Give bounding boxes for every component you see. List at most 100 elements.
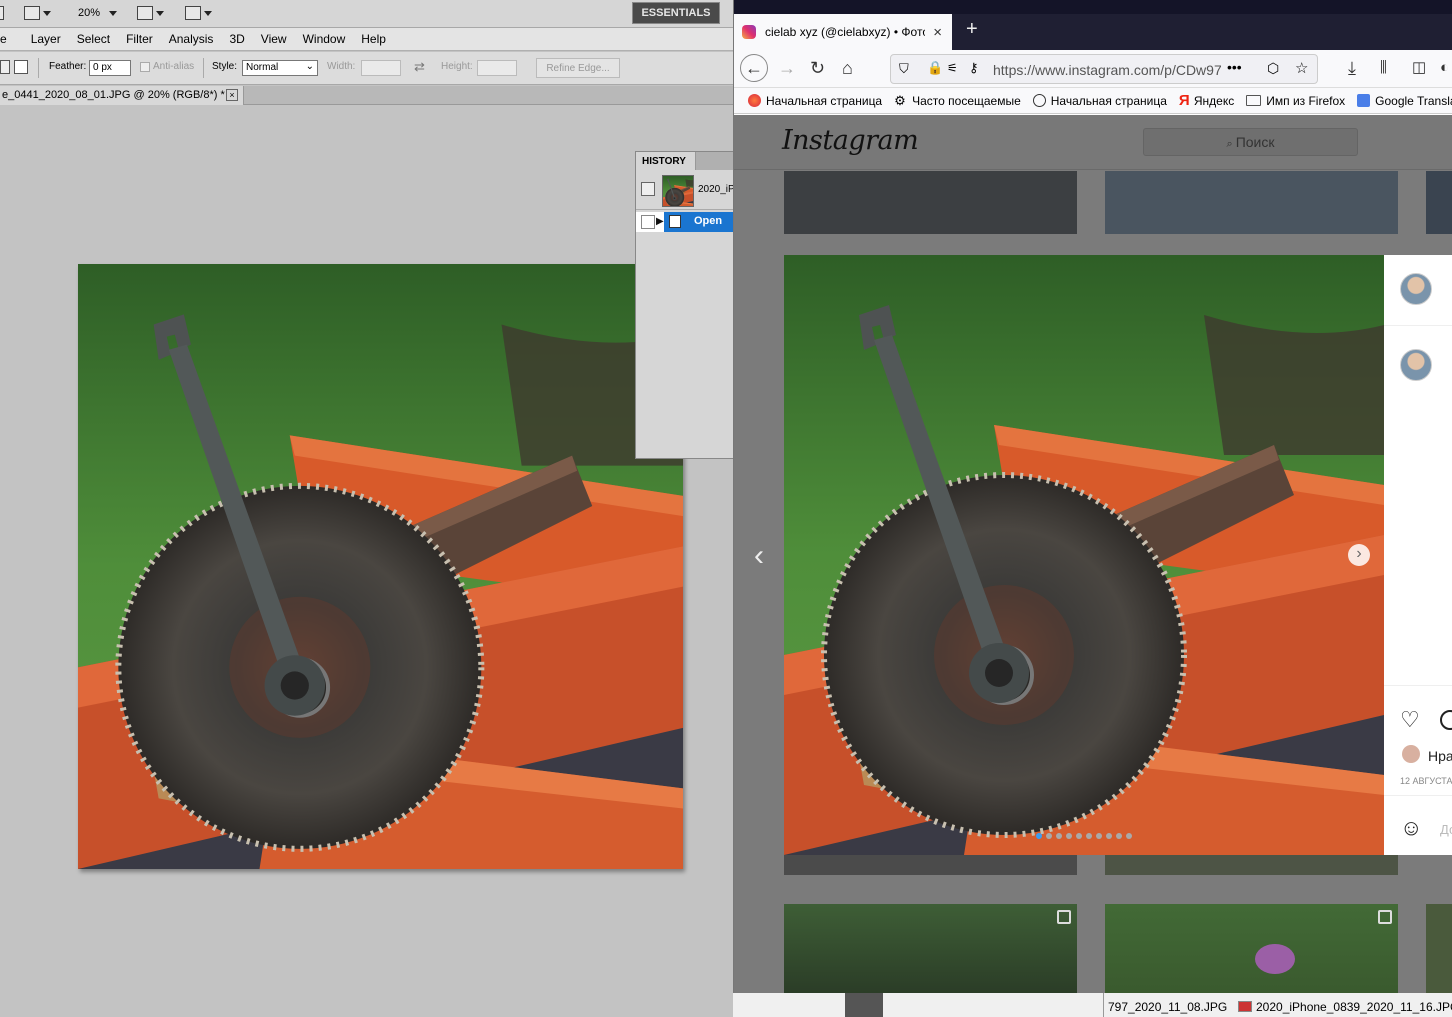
url-bar[interactable]: ⛉ 🔒 ⚟ ⚷ https://www.instagram.com/p/CDw9… [890, 54, 1318, 84]
anti-alias-checkbox[interactable] [140, 62, 150, 72]
grid-thumbnail[interactable] [1105, 171, 1398, 234]
comment-input[interactable]: До [1440, 822, 1452, 837]
swap-icon[interactable]: ⇄ [414, 59, 425, 75]
extension-icon[interactable]: ◐ [1440, 58, 1449, 78]
avatar[interactable] [1400, 273, 1432, 305]
carousel-dot [1056, 833, 1062, 839]
taskbar-file-2[interactable]: 2020_iPhone_0839_2020_11_16.JPG [1256, 1000, 1452, 1014]
carousel-dot [1046, 833, 1052, 839]
post-image[interactable]: › [784, 255, 1384, 855]
page-actions-icon[interactable]: ••• [1227, 59, 1242, 75]
shield-icon[interactable]: ⛉ [899, 61, 909, 77]
post-photo [784, 255, 1384, 855]
play-icon: ▶ [656, 216, 664, 227]
url-text[interactable]: https://www.instagram.com/p/CDw97 [993, 62, 1221, 78]
title-strip [734, 0, 1452, 14]
arrange-documents-button[interactable] [137, 5, 164, 21]
browser-tab-active[interactable]: cielab xyz (@cielabxyz) • Фото × [734, 14, 952, 50]
bookmark-item[interactable]: Я Яндекс [1179, 93, 1234, 108]
next-arrow-icon[interactable]: › [1348, 544, 1370, 566]
bookmark-star-icon[interactable]: ☆ [1295, 59, 1308, 77]
screen-layout-button[interactable] [185, 5, 212, 21]
width-input[interactable] [361, 60, 401, 76]
grid-thumbnail[interactable] [784, 171, 1077, 234]
history-source-checkbox[interactable] [641, 215, 655, 229]
heart-icon[interactable]: ♡ [1400, 707, 1420, 733]
divider [1384, 325, 1452, 326]
grid-thumbnail[interactable] [1426, 171, 1452, 234]
history-state-label: Open [694, 215, 723, 227]
grid-thumbnail[interactable] [1426, 904, 1452, 993]
menu-item-help[interactable]: Help [353, 32, 394, 46]
bookmark-item[interactable]: Начальная страница [1032, 94, 1167, 108]
previous-arrow-icon[interactable]: ‹ [754, 539, 764, 573]
instagram-logo[interactable]: Instagram [782, 125, 919, 156]
downloads-icon[interactable]: ⤓ [1348, 58, 1356, 78]
key-icon[interactable]: ⚷ [969, 60, 979, 76]
menu-item-view[interactable]: View [253, 32, 295, 46]
comment-icon[interactable] [1440, 710, 1452, 730]
feather-input[interactable]: 0 px [89, 60, 131, 76]
search-input[interactable]: ⌕ Поиск [1143, 128, 1358, 156]
bookmark-label: Начальная страница [766, 93, 883, 108]
menu-item-3d[interactable]: 3D [221, 32, 252, 46]
bookmark-item[interactable]: Имп из Firefox [1246, 94, 1345, 108]
home-icon[interactable]: ⌂ [842, 58, 853, 78]
height-input[interactable] [477, 60, 517, 76]
forward-arrow-icon[interactable]: → [778, 58, 796, 78]
permissions-icon[interactable]: ⚟ [947, 61, 958, 75]
bookmark-item[interactable]: Начальная страница [748, 94, 882, 108]
menu-item-file[interactable]: e [0, 32, 15, 46]
firefox-logo-icon [748, 94, 761, 107]
menu-item-filter[interactable]: Filter [118, 32, 161, 46]
history-brush-icon[interactable] [641, 182, 655, 196]
canvas-image [78, 264, 683, 869]
bookmark-label: Google Transla [1375, 93, 1452, 108]
history-snapshot[interactable]: 2020_iP [636, 172, 735, 210]
pocket-icon[interactable]: ⬡ [1267, 60, 1279, 77]
document-tab-bar: e_0441_2020_08_01.JPG @ 20% (RGB/8*) * × [0, 86, 734, 105]
feather-label: Feather: [49, 61, 87, 72]
menu-item-analysis[interactable]: Analysis [161, 32, 222, 46]
zoom-dropdown[interactable]: 20% [78, 5, 118, 21]
workspace-essentials-button[interactable]: ESSENTIALS [632, 2, 720, 24]
grid-thumbnail[interactable] [784, 904, 1077, 993]
grid-thumbnail[interactable] [1105, 855, 1398, 875]
new-tab-icon[interactable]: + [966, 18, 978, 41]
document-canvas[interactable] [78, 264, 683, 869]
reload-icon[interactable]: ↻ [810, 58, 825, 78]
back-arrow-icon[interactable]: ← [740, 54, 768, 82]
ps-logo-fragment [0, 5, 4, 21]
taskbar-item-dark[interactable] [845, 993, 883, 1017]
bookmark-item[interactable]: Google Transla [1357, 94, 1452, 108]
grid-thumbnail[interactable] [1105, 904, 1398, 993]
ps-menu-bar: e Layer Select Filter Analysis 3D View W… [0, 28, 734, 51]
avatar[interactable] [1400, 349, 1432, 381]
selection-mode-new-icon[interactable] [0, 60, 10, 74]
close-icon[interactable]: × [226, 89, 238, 101]
style-select[interactable]: Normal ⌄ [242, 60, 318, 76]
grid-thumbnail[interactable] [784, 855, 1077, 875]
history-state-open[interactable]: Open ▶ [636, 212, 735, 232]
library-icon[interactable]: ⫼ [1380, 58, 1387, 78]
liker-avatar[interactable] [1402, 745, 1420, 763]
history-panel-title[interactable]: HISTORY [636, 152, 696, 170]
lock-icon[interactable]: 🔒 [927, 60, 943, 76]
selection-mode-add-icon[interactable] [14, 60, 28, 74]
emoji-icon[interactable]: ☺ [1400, 815, 1422, 841]
bookmark-item[interactable]: ⚙ Часто посещаемые [894, 94, 1021, 108]
menu-item-select[interactable]: Select [69, 32, 118, 46]
menu-item-layer[interactable]: Layer [15, 32, 69, 46]
likes-text[interactable]: Нра [1428, 748, 1452, 764]
screen-mode-button[interactable] [24, 5, 51, 21]
menu-item-window[interactable]: Window [295, 32, 354, 46]
refine-edge-button[interactable]: Refine Edge... [536, 58, 620, 78]
post-date: 12 АВГУСТА [1400, 776, 1452, 786]
close-tab-icon[interactable]: × [933, 24, 942, 41]
taskbar-file-1[interactable]: 797_2020_11_08.JPG [1108, 1000, 1227, 1014]
sidebar-icon[interactable]: ◫ [1412, 58, 1426, 78]
chevron-down-icon [109, 10, 118, 16]
width-label: Width: [327, 61, 356, 72]
divider [1384, 685, 1452, 686]
document-tab[interactable]: e_0441_2020_08_01.JPG @ 20% (RGB/8*) * [0, 86, 244, 105]
